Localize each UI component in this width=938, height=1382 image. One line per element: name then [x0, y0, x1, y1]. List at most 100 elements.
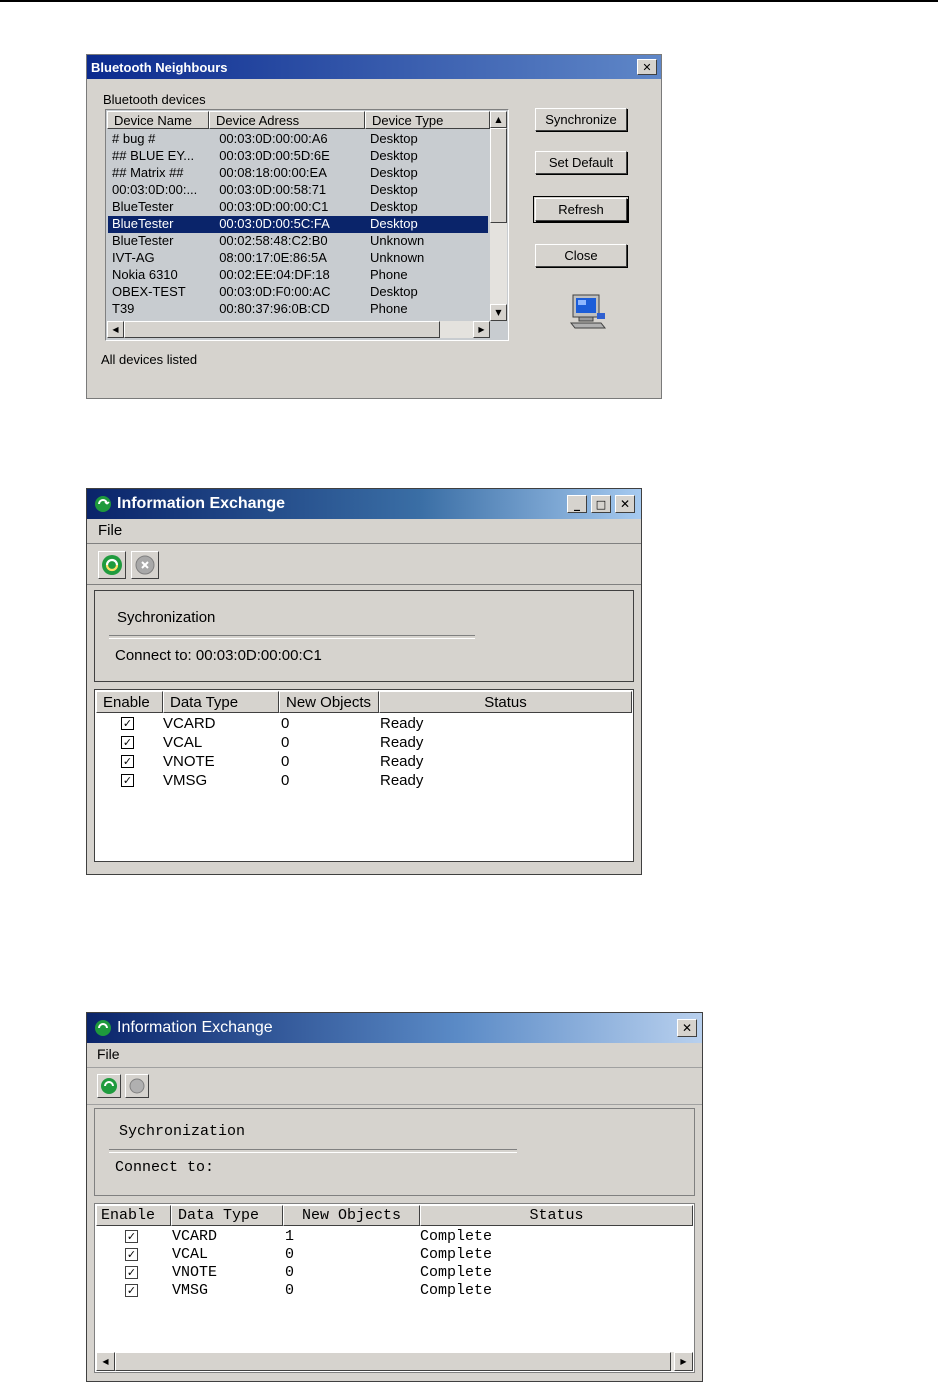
- stop-toolbar-button[interactable]: [131, 551, 159, 579]
- column-header-enable[interactable]: Enable: [96, 691, 163, 713]
- window-title-bar[interactable]: Information Exchange: [87, 489, 641, 519]
- device-list[interactable]: Device Name Device Adress Device Type # …: [105, 109, 509, 341]
- device-address: 00:02:58:48:C2:B0: [219, 233, 328, 248]
- stop-toolbar-button[interactable]: [125, 1074, 149, 1098]
- status-text: Complete: [420, 1246, 493, 1263]
- data-type: VMSG: [172, 1282, 209, 1299]
- column-header-new-objects[interactable]: New Objects: [283, 1205, 420, 1226]
- connect-text: Connect to:: [115, 1159, 215, 1176]
- window-title: Information Exchange: [117, 1019, 273, 1036]
- enable-checkbox[interactable]: ✓: [125, 1284, 138, 1297]
- device-row[interactable]: IVT-AG 08:00:17:0E:86:5A Unknown: [108, 250, 488, 267]
- status-text: Complete: [420, 1264, 493, 1281]
- data-type-row: ✓ VMSG 0 Complete: [95, 1282, 692, 1300]
- column-header-enable[interactable]: Enable: [96, 1205, 171, 1226]
- column-header-device-name[interactable]: Device Name: [107, 111, 209, 129]
- column-header-status[interactable]: Status: [420, 1205, 693, 1226]
- sync-icon: [101, 1078, 117, 1094]
- refresh-button[interactable]: Refresh: [533, 196, 629, 223]
- set-default-button[interactable]: Set Default: [535, 151, 627, 174]
- vertical-scrollbar[interactable]: ▲ ▼: [490, 111, 507, 321]
- device-address: 00:80:37:96:0B:CD: [219, 301, 330, 316]
- data-type-list[interactable]: Enable Data Type New Objects Status ✓ VCA…: [94, 1203, 695, 1373]
- status-text: Ready: [380, 715, 424, 732]
- column-header-device-adress[interactable]: Device Adress: [209, 111, 365, 129]
- data-type-list[interactable]: Enable Data Type New Objects Status ✓ VCA…: [94, 689, 634, 862]
- device-name: ## Matrix ##: [112, 165, 184, 180]
- column-header-data-type[interactable]: Data Type: [171, 1205, 283, 1226]
- group-label: Bluetooth devices: [103, 92, 206, 107]
- device-row[interactable]: Nokia 6310 00:02:EE:04:DF:18 Phone: [108, 267, 488, 284]
- minimize-button[interactable]: _: [567, 495, 587, 513]
- data-type-row: ✓ VCARD 1 Complete: [95, 1228, 692, 1246]
- synchronize-button[interactable]: Synchronize: [535, 108, 627, 131]
- data-type-rows: ✓ VCARD 1 Complete ✓ VCAL 0 Complete ✓ VNOTE 0 Comp…: [95, 1228, 692, 1328]
- device-name: BlueTester: [112, 216, 174, 231]
- device-type: Desktop: [369, 148, 418, 163]
- column-header-new-objects[interactable]: New Objects: [279, 691, 379, 713]
- window-title: Information Exchange: [117, 495, 286, 512]
- device-type: Phone: [369, 301, 408, 316]
- scroll-right-button[interactable]: ▶: [674, 1352, 693, 1371]
- close-button[interactable]: Close: [535, 244, 627, 267]
- close-window-button[interactable]: ✕: [637, 59, 657, 75]
- new-objects-count: 0: [281, 734, 290, 751]
- device-row[interactable]: BlueTester 00:03:0D:00:5C:FA Desktop: [108, 216, 488, 233]
- toolbar: [87, 545, 641, 585]
- new-objects-count: 0: [281, 772, 290, 789]
- maximize-button[interactable]: □: [591, 495, 611, 513]
- new-objects-count: 1: [285, 1228, 295, 1245]
- scroll-right-button[interactable]: ▶: [473, 321, 490, 338]
- device-row[interactable]: BlueTester 00:02:58:48:C2:B0 Unknown: [108, 233, 488, 250]
- scroll-thumb[interactable]: [490, 128, 507, 223]
- scroll-left-button[interactable]: ◀: [107, 321, 124, 338]
- device-row[interactable]: T39 00:80:37:96:0B:CD Phone: [108, 301, 488, 318]
- recycle-app-icon: [94, 1019, 112, 1037]
- new-objects-count: 0: [281, 715, 290, 732]
- close-icon: ✕: [619, 497, 631, 511]
- window-title-bar[interactable]: Information Exchange: [87, 1013, 702, 1043]
- horizontal-scrollbar[interactable]: ◀ ▶: [107, 321, 490, 338]
- synchronize-toolbar-button[interactable]: [98, 551, 126, 579]
- device-address: 00:08:18:00:00:EA: [219, 165, 327, 180]
- device-row[interactable]: BlueTester 00:03:0D:00:00:C1 Desktop: [108, 199, 488, 216]
- scroll-thumb-horizontal[interactable]: [115, 1352, 671, 1371]
- device-row[interactable]: # bug # 00:03:0D:00:00:A6 Desktop: [108, 131, 488, 148]
- device-name: 00:03:0D:00:...: [112, 182, 198, 197]
- device-row[interactable]: OBEX-TEST 00:03:0D:F0:00:AC Desktop: [108, 284, 488, 301]
- data-type: VNOTE: [163, 753, 215, 770]
- window-title-bar[interactable]: Bluetooth Neighbours: [87, 55, 661, 79]
- enable-checkbox[interactable]: ✓: [121, 755, 134, 768]
- data-type-list-header: Enable Data Type New Objects Status: [96, 1205, 693, 1226]
- column-header-data-type[interactable]: Data Type: [163, 691, 279, 713]
- data-type-row: ✓ VNOTE 0 Complete: [95, 1264, 692, 1282]
- status-text: Ready: [380, 734, 424, 751]
- menu-file[interactable]: File: [97, 1046, 120, 1062]
- enable-checkbox[interactable]: ✓: [125, 1248, 138, 1261]
- device-address: 00:03:0D:F0:00:AC: [219, 284, 331, 299]
- device-type: Desktop: [369, 199, 418, 214]
- synchronize-toolbar-button[interactable]: [97, 1074, 121, 1098]
- close-window-button[interactable]: ✕: [615, 495, 635, 513]
- information-exchange-window-complete: Information Exchange ✕ File Sychronizati…: [86, 1012, 703, 1382]
- device-row[interactable]: 00:03:0D:00:... 00:03:0D:00:58:71 Desktop: [108, 182, 488, 199]
- enable-checkbox[interactable]: ✓: [121, 774, 134, 787]
- enable-checkbox[interactable]: ✓: [125, 1230, 138, 1243]
- scroll-down-button[interactable]: ▼: [490, 304, 507, 321]
- device-row[interactable]: ## Matrix ## 00:08:18:00:00:EA Desktop: [108, 165, 488, 182]
- menu-file[interactable]: File: [98, 522, 122, 539]
- enable-checkbox[interactable]: ✓: [125, 1266, 138, 1279]
- column-header-status[interactable]: Status: [379, 691, 632, 713]
- close-window-button[interactable]: ✕: [677, 1019, 697, 1037]
- scroll-left-button[interactable]: ◀: [96, 1352, 115, 1371]
- enable-checkbox[interactable]: ✓: [121, 736, 134, 749]
- horizontal-scrollbar[interactable]: ◀ ▶: [96, 1352, 693, 1371]
- device-type: Desktop: [369, 131, 418, 146]
- device-row[interactable]: ## BLUE EY... 00:03:0D:00:5D:6E Desktop: [108, 148, 488, 165]
- enable-checkbox[interactable]: ✓: [121, 717, 134, 730]
- scroll-thumb-horizontal[interactable]: [124, 321, 440, 338]
- scroll-up-button[interactable]: ▲: [490, 111, 507, 128]
- close-icon: ✕: [681, 1021, 693, 1035]
- toolbar: [87, 1069, 702, 1105]
- column-header-device-type[interactable]: Device Type: [365, 111, 490, 129]
